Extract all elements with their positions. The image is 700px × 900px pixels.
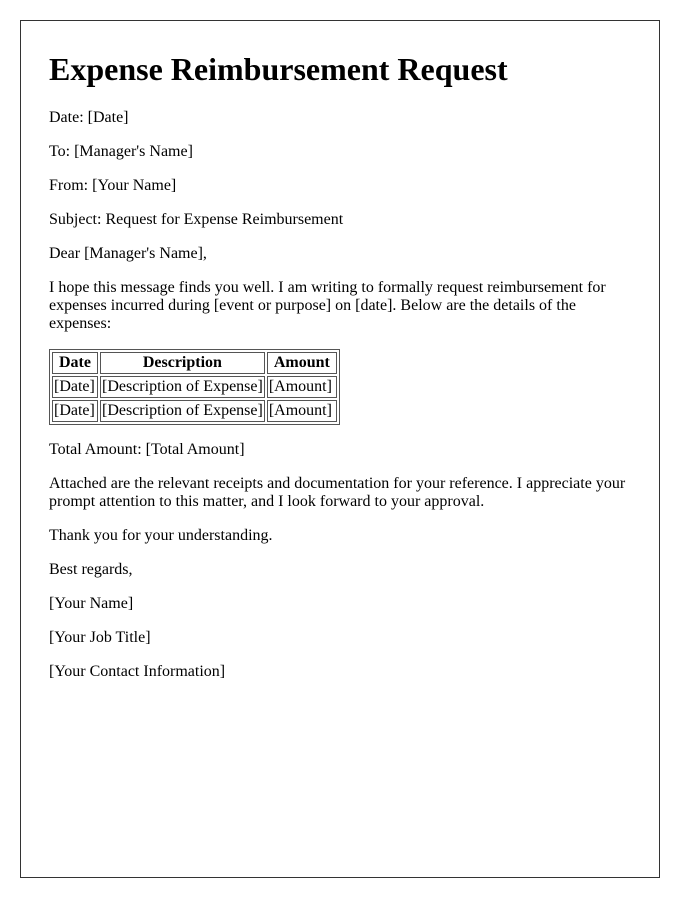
closing-paragraph: Attached are the relevant receipts and d… [49, 475, 626, 510]
from-line: From: [Your Name] [49, 177, 177, 194]
header-amount: Amount [266, 352, 337, 374]
cell-amount: [Amount] [266, 400, 337, 422]
signature-contact: [Your Contact Information] [49, 663, 226, 680]
table-row: [Date] [Description of Expense] [Amount] [52, 400, 337, 422]
cell-date: [Date] [52, 376, 98, 398]
total-amount-line: Total Amount: [Total Amount] [49, 441, 245, 458]
cell-amount: [Amount] [266, 376, 337, 398]
document-title: Expense Reimbursement Request [49, 51, 508, 87]
date-line: Date: [Date] [49, 109, 129, 126]
table-row: [Date] [Description of Expense] [Amount] [52, 376, 337, 398]
cell-date: [Date] [52, 400, 98, 422]
subject-line: Subject: Request for Expense Reimburseme… [49, 211, 344, 228]
sign-off: Best regards, [49, 561, 133, 578]
expense-table: Date Description Amount [Date] [Descript… [49, 349, 340, 425]
to-line: To: [Manager's Name] [49, 143, 193, 160]
signature-name: [Your Name] [49, 595, 134, 612]
cell-description: [Description of Expense] [99, 400, 265, 422]
signature-job-title: [Your Job Title] [49, 629, 151, 646]
salutation: Dear [Manager's Name], [49, 245, 207, 262]
header-description: Description [99, 352, 265, 374]
letter-page: Expense Reimbursement Request Date: [Dat… [20, 20, 660, 878]
cell-description: [Description of Expense] [99, 376, 265, 398]
intro-paragraph: I hope this message finds you well. I am… [49, 279, 606, 332]
header-date: Date [52, 352, 98, 374]
table-header-row: Date Description Amount [52, 352, 337, 374]
thanks-line: Thank you for your understanding. [49, 527, 273, 544]
